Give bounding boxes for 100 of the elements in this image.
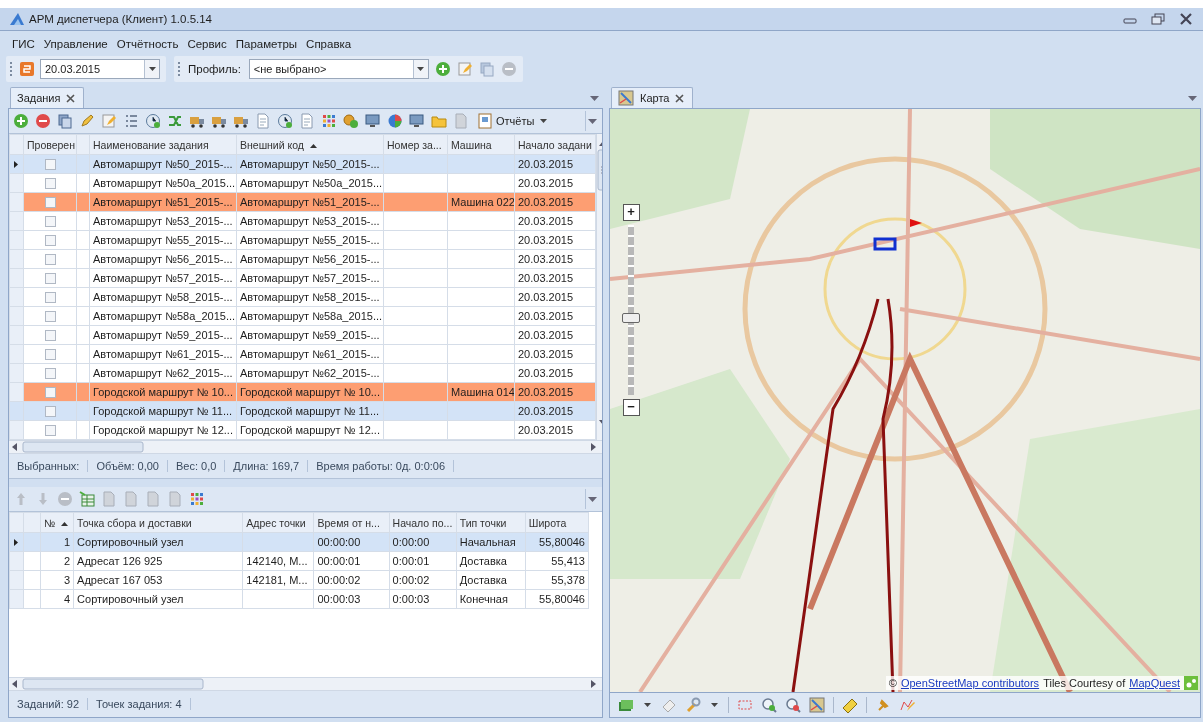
checkbox[interactable]: [44, 273, 56, 285]
dropdown-arrow-icon[interactable]: [590, 96, 599, 101]
attribution-text: Tiles Courtesy of: [1043, 677, 1126, 689]
wrench-icon[interactable]: [685, 697, 701, 713]
column-header[interactable]: №: [40, 512, 74, 533]
table-cell: 0:00:01: [389, 551, 457, 571]
column-header[interactable]: Время от н...: [313, 512, 390, 533]
document-icon[interactable]: [167, 491, 183, 507]
caret-icon[interactable]: [540, 119, 548, 123]
menu-item[interactable]: Параметры: [235, 38, 298, 50]
table-cell: 20.03.2015: [514, 344, 596, 364]
checkbox[interactable]: [44, 330, 56, 342]
pencil-icon[interactable]: [79, 113, 95, 129]
list-icon[interactable]: [123, 113, 139, 129]
column-header[interactable]: Начало по...: [389, 512, 457, 533]
shuffle-icon[interactable]: [167, 113, 183, 129]
reports-button[interactable]: Отчёты: [475, 113, 553, 129]
checkbox[interactable]: [44, 406, 56, 418]
horizontal-scrollbar[interactable]: [9, 677, 602, 691]
eraser-icon[interactable]: [661, 697, 677, 713]
checkbox[interactable]: [44, 311, 56, 323]
zoom-out-icon[interactable]: [785, 697, 801, 713]
checkbox[interactable]: [44, 368, 56, 380]
remove-icon[interactable]: [35, 113, 51, 129]
caret-icon[interactable]: [417, 67, 425, 71]
route-edit-icon[interactable]: [899, 697, 915, 713]
ruler-icon[interactable]: [842, 697, 858, 713]
horizontal-scrollbar[interactable]: [9, 440, 602, 454]
checkbox[interactable]: [44, 178, 56, 190]
clock-icon[interactable]: [145, 113, 161, 129]
layers-icon[interactable]: [618, 697, 634, 713]
map-icon[interactable]: [809, 697, 825, 713]
overflow-button[interactable]: [585, 111, 598, 131]
dots-icon[interactable]: [321, 113, 337, 129]
edit-icon[interactable]: [101, 113, 117, 129]
selection-icon[interactable]: [737, 697, 753, 713]
menu-item[interactable]: Отчётность: [116, 38, 179, 50]
spreadsheet-icon[interactable]: [79, 491, 95, 507]
calendar-icon[interactable]: [20, 62, 34, 76]
column-header[interactable]: Точка сбора и доставки: [73, 512, 243, 533]
document-icon[interactable]: [453, 113, 469, 129]
column-header[interactable]: Наименование задания: [89, 134, 237, 155]
close-icon[interactable]: [66, 93, 76, 103]
caret-icon[interactable]: [711, 703, 718, 707]
close-icon[interactable]: [675, 93, 685, 103]
edit-icon[interactable]: [456, 61, 473, 77]
date-field[interactable]: 20.03.2015: [40, 59, 160, 79]
monitor-icon[interactable]: [365, 113, 381, 129]
restore-icon[interactable]: [1151, 13, 1165, 25]
column-header[interactable]: Адрес точки: [242, 512, 314, 533]
mapquest-link[interactable]: MapQuest: [1129, 677, 1180, 689]
add-icon[interactable]: [434, 61, 451, 77]
add-icon[interactable]: [13, 113, 29, 129]
remove-icon[interactable]: [500, 61, 517, 77]
close-icon[interactable]: [1179, 13, 1193, 25]
checkbox[interactable]: [44, 387, 56, 399]
menu-item[interactable]: Управление: [43, 38, 108, 50]
osm-link[interactable]: OpenStreetMap contributors: [900, 677, 1040, 689]
clock-icon[interactable]: [277, 113, 293, 129]
document-icon[interactable]: [101, 491, 117, 507]
tab[interactable]: Карта: [611, 87, 694, 108]
copy-icon[interactable]: [57, 113, 73, 129]
column-header[interactable]: Широта: [525, 512, 589, 533]
pie-chart-icon[interactable]: [387, 113, 403, 129]
column-header[interactable]: Начало задани: [514, 134, 596, 155]
column-header[interactable]: Номер за...: [383, 134, 448, 155]
menu-item[interactable]: Сервис: [187, 38, 227, 50]
column-header[interactable]: Проверен: [23, 134, 77, 155]
overflow-button[interactable]: [585, 489, 598, 509]
checkbox[interactable]: [44, 159, 56, 171]
zoom-in-icon[interactable]: [761, 697, 777, 713]
remove-icon[interactable]: [57, 491, 73, 507]
checkbox[interactable]: [44, 425, 56, 437]
tab[interactable]: Задания: [10, 87, 85, 108]
dots-icon[interactable]: [189, 491, 205, 507]
column-header[interactable]: Внешний код: [236, 134, 384, 155]
checkbox[interactable]: [44, 292, 56, 304]
column-header[interactable]: Машина: [447, 134, 515, 155]
checkbox[interactable]: [44, 349, 56, 361]
profile-dropdown[interactable]: <не выбрано>: [248, 59, 429, 79]
slider-thumb[interactable]: [622, 313, 640, 323]
caret-icon[interactable]: [644, 703, 651, 707]
checkbox[interactable]: [44, 197, 56, 209]
checkbox[interactable]: [44, 216, 56, 228]
checkbox[interactable]: [44, 254, 56, 266]
table-cell: 20.03.2015: [514, 268, 596, 288]
coins-icon[interactable]: [343, 113, 359, 129]
menu-item[interactable]: ГИС: [12, 38, 35, 50]
document-icon[interactable]: [123, 491, 139, 507]
dropdown-arrow-icon[interactable]: [1188, 96, 1197, 101]
monitor-icon[interactable]: [409, 113, 425, 129]
document-icon[interactable]: [145, 491, 161, 507]
document-icon[interactable]: [299, 113, 315, 129]
menu-item[interactable]: Справка: [306, 38, 352, 50]
column-header[interactable]: Тип точки: [456, 512, 526, 533]
copy-icon[interactable]: [478, 61, 495, 77]
folder-icon[interactable]: [431, 113, 447, 129]
checkbox[interactable]: [44, 235, 56, 247]
document-icon[interactable]: [255, 113, 271, 129]
caret-icon[interactable]: [148, 67, 156, 71]
